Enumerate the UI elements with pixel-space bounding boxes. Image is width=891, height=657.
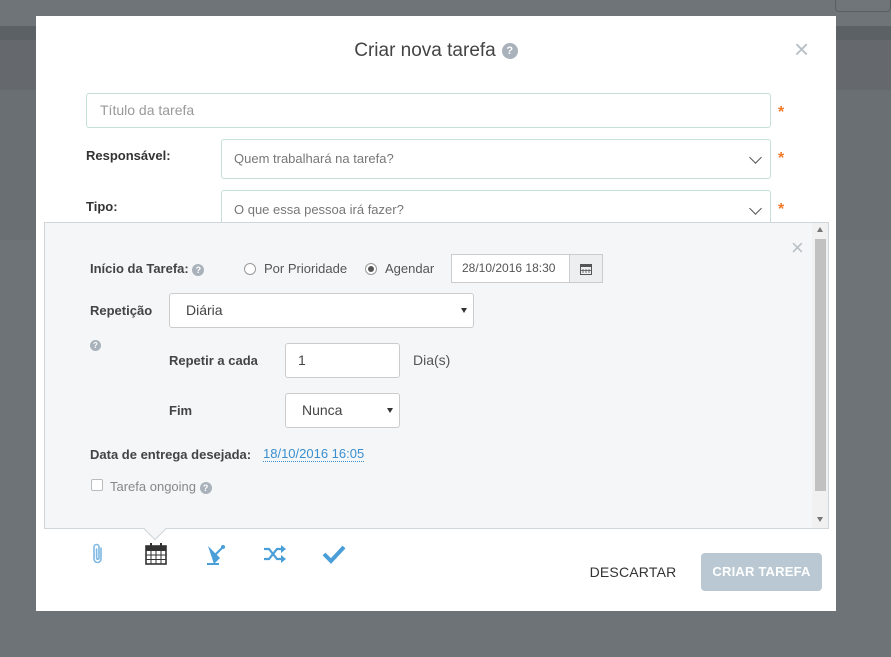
help-icon[interactable]: ? [199,481,212,494]
chevron-down-icon [749,202,762,215]
calendar-icon [145,543,167,565]
modal-title-text: Criar nova tarefa [354,40,496,61]
radio-agendar[interactable] [365,263,377,275]
scroll-thumb[interactable] [815,239,826,491]
discard-button[interactable]: DESCARTAR [581,553,685,591]
required-marker: * [778,150,785,167]
scrollbar[interactable] [812,223,828,528]
help-icon[interactable]: ? [192,263,205,276]
tipo-label: Tipo: [86,199,118,214]
responsavel-placeholder: Quem trabalhará na tarefa? [234,151,394,166]
repetir-input[interactable]: 1 [285,343,400,378]
required-marker: * [778,201,785,218]
shuffle-button[interactable] [262,542,288,571]
attach-button[interactable] [90,542,106,571]
schedule-button[interactable] [145,542,167,571]
fim-value: Nunca [302,402,343,418]
radio-por-prioridade[interactable] [244,263,256,275]
inicio-label: Início da Tarefa: ? [90,261,205,276]
modal-title: Criar nova tarefa? [36,40,836,62]
tipo-placeholder: O que essa pessoa irá fazer? [234,202,404,217]
repeticao-value: Diária [186,302,223,318]
ongoing-label: Tarefa ongoing ? [110,479,212,494]
create-task-button[interactable]: CRIAR TAREFA [701,553,822,591]
start-date-input[interactable]: 28/10/2016 18:30 [451,254,570,283]
inicio-label-text: Início da Tarefa: [90,261,189,276]
fim-label: Fim [169,403,193,418]
radio-agendar-label: Agendar [385,261,435,276]
calendar-icon [580,264,592,275]
schedule-panel: × Início da Tarefa: ? Por Prioridade Age… [44,222,829,529]
close-icon[interactable]: × [791,237,804,259]
entrega-label: Data de entrega desejada: [90,447,252,462]
complete-button[interactable] [322,542,346,571]
ongoing-checkbox[interactable] [91,479,103,491]
help-icon[interactable]: ? [90,340,101,351]
repetir-label: Repetir a cada [169,353,258,368]
repetir-unit: Dia(s) [413,352,451,368]
radio-por-prioridade-label: Por Prioridade [264,261,348,276]
caret-down-icon [387,407,393,413]
help-icon[interactable]: ? [501,42,518,59]
date-picker-button[interactable] [569,254,603,283]
fim-select[interactable]: Nunca [285,393,400,428]
repeticao-select[interactable]: Diária [169,293,474,328]
task-title-input[interactable]: Título da tarefa [86,93,771,128]
close-icon[interactable]: × [794,36,809,62]
responsavel-select[interactable]: Quem trabalhará na tarefa? [221,139,771,179]
responsavel-label: Responsável: [86,148,171,163]
shuffle-icon [264,545,286,563]
required-marker: * [778,104,785,121]
repeticao-label: Repetição [90,303,153,318]
ongoing-label-text: Tarefa ongoing [110,479,197,494]
paperclip-icon [93,543,102,564]
caret-down-icon [461,307,467,313]
check-icon [322,545,346,564]
satellite-button[interactable] [205,542,227,571]
backdrop-corner-button [835,0,891,12]
entrega-date-link[interactable]: 18/10/2016 16:05 [263,446,365,462]
scroll-up-arrow-icon[interactable] [817,227,823,232]
satellite-icon [207,545,225,565]
chevron-down-icon [749,151,762,164]
scroll-down-arrow-icon[interactable] [817,517,823,522]
